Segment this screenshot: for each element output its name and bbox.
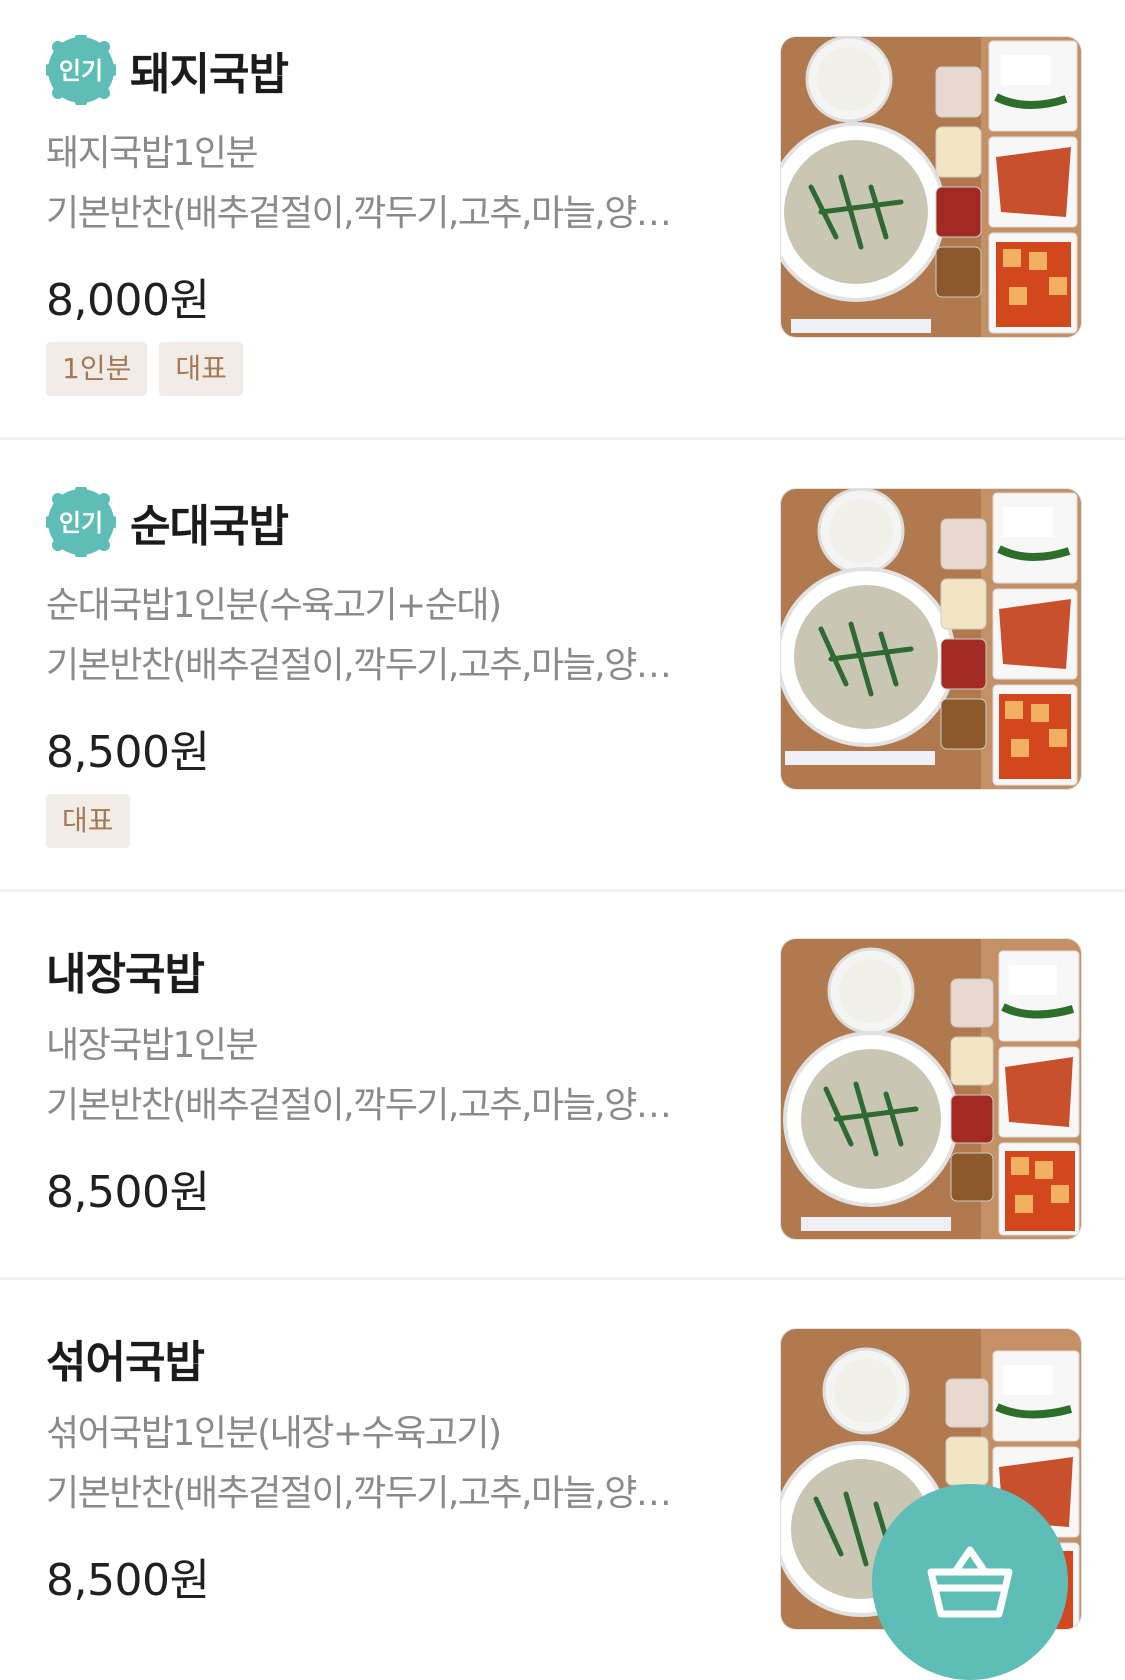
menu-item-price: 8,000원	[46, 275, 210, 326]
menu-item-price: 8,500원	[46, 727, 210, 778]
menu-item-tags: 대표	[46, 794, 130, 848]
menu-item-tags: 1인분 대표	[46, 342, 243, 396]
menu-item-photo[interactable]	[780, 488, 1082, 790]
menu-item-description-side-dishes: 기본반찬(배추겉절이,깍두기,고추,마늘,양…	[46, 645, 672, 686]
menu-item-description-side-dishes: 기본반찬(배추겉절이,깍두기,고추,마늘,양…	[46, 193, 672, 234]
food-photo-image	[781, 939, 1081, 1239]
menu-item-description: 섞어국밥1인분(내장+수육고기)	[46, 1413, 502, 1454]
popular-badge-icon: 인기	[46, 35, 116, 105]
popular-badge-icon: 인기	[46, 487, 116, 557]
menu-item-description-side-dishes: 기본반찬(배추겉절이,깍두기,고추,마늘,양…	[46, 1085, 672, 1126]
menu-item-title-row: 인기 순대국밥	[46, 486, 289, 558]
menu-item[interactable]: 인기 순대국밥 순대국밥1인분(수육고기+순대) 기본반찬(배추겉절이,깍두기,…	[0, 440, 1125, 892]
popular-badge-label: 인기	[59, 509, 103, 537]
menu-item-price: 8,500원	[46, 1167, 210, 1218]
menu-item-name: 돼지국밥	[130, 49, 289, 100]
menu-item-description-side-dishes: 기본반찬(배추겉절이,깍두기,고추,마늘,양…	[46, 1473, 672, 1514]
food-photo-image	[781, 37, 1081, 337]
food-photo-image	[781, 489, 1081, 789]
menu-item-title-row: 섞어국밥	[46, 1322, 205, 1394]
menu-item-name: 순대국밥	[130, 501, 289, 552]
menu-item-price: 8,500원	[46, 1555, 210, 1606]
menu-item-description: 돼지국밥1인분	[46, 133, 259, 174]
menu-item-description: 순대국밥1인분(수육고기+순대)	[46, 585, 502, 626]
menu-item[interactable]: 인기 돼지국밥 돼지국밥1인분 기본반찬(배추겉절이,깍두기,고추,마늘,양… …	[0, 0, 1125, 440]
menu-item-name: 섞어국밥	[46, 1337, 205, 1388]
menu-list: 인기 돼지국밥 돼지국밥1인분 기본반찬(배추겉절이,깍두기,고추,마늘,양… …	[0, 0, 1125, 1654]
basket-icon	[927, 1546, 1013, 1618]
tag-serving: 1인분	[46, 342, 148, 396]
menu-item-title-row: 내장국밥	[46, 934, 205, 1006]
cart-button[interactable]	[872, 1484, 1068, 1680]
menu-item-name: 내장국밥	[46, 949, 205, 1000]
menu-item-description: 내장국밥1인분	[46, 1025, 259, 1066]
menu-item-photo[interactable]	[780, 36, 1082, 338]
menu-item-title-row: 인기 돼지국밥	[46, 34, 289, 106]
menu-item[interactable]: 내장국밥 내장국밥1인분 기본반찬(배추겉절이,깍두기,고추,마늘,양… 8,5…	[0, 892, 1125, 1280]
tag-signature: 대표	[46, 794, 130, 848]
tag-signature: 대표	[159, 342, 243, 396]
popular-badge-label: 인기	[59, 57, 103, 85]
menu-item-photo[interactable]	[780, 938, 1082, 1240]
